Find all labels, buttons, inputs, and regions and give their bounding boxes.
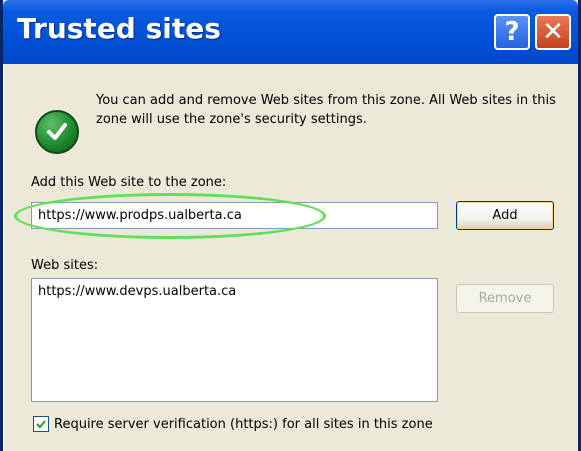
title-bar[interactable]: Trusted sites ? ✕ (3, 0, 578, 64)
remove-button[interactable]: Remove (456, 284, 554, 313)
checkmark-icon (36, 420, 46, 429)
add-site-label: Add this Web site to the zone: (31, 175, 227, 190)
dialog-title: Trusted sites (17, 12, 221, 45)
close-icon: ✕ (542, 17, 564, 47)
dialog-body: You can add and remove Web sites from th… (3, 64, 578, 451)
require-verification-checkbox[interactable] (33, 416, 49, 432)
green-checkmark-icon (35, 110, 79, 154)
require-verification-label[interactable]: Require server verification (https:) for… (54, 417, 433, 432)
web-sites-label: Web sites: (31, 258, 99, 273)
help-icon: ? (504, 17, 520, 47)
trusted-sites-dialog: Trusted sites ? ✕ You can add and remove… (0, 0, 581, 451)
close-button[interactable]: ✕ (535, 14, 571, 50)
web-sites-list[interactable]: https://www.devps.ualberta.ca (31, 278, 438, 402)
add-button[interactable]: Add (456, 201, 554, 230)
info-message: You can add and remove Web sites from th… (96, 93, 556, 127)
help-button[interactable]: ? (494, 14, 530, 50)
site-url-input[interactable] (31, 202, 438, 229)
list-item[interactable]: https://www.devps.ualberta.ca (38, 284, 431, 299)
